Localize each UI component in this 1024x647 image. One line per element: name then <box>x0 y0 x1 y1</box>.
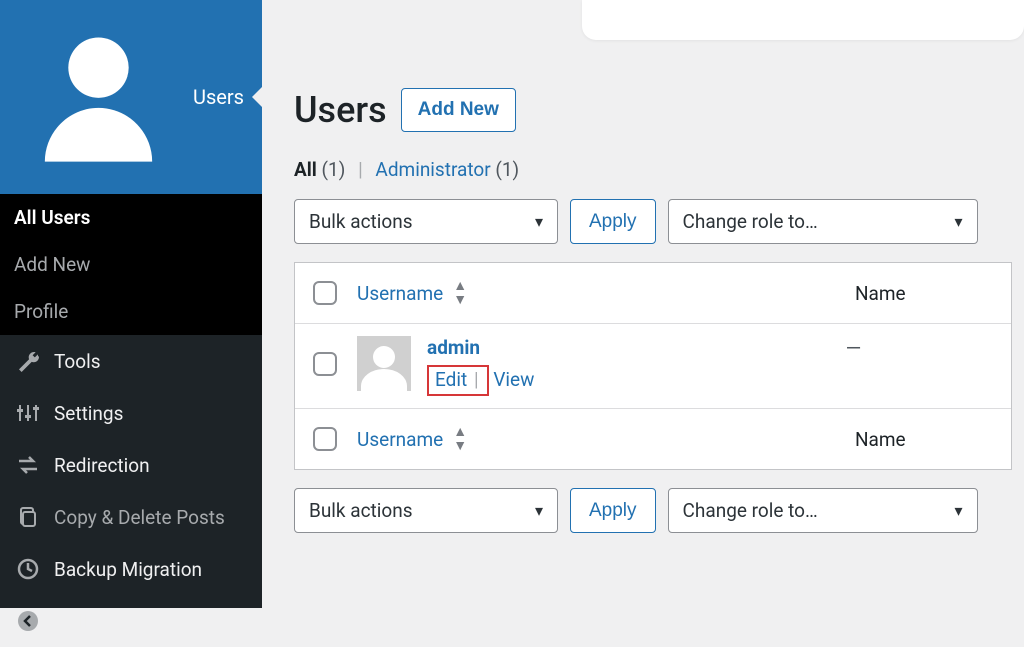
change-role-select-bottom[interactable]: Change role to… ▾ <box>668 488 978 533</box>
add-new-button[interactable]: Add New <box>401 88 516 132</box>
users-table: Username ▲▼ Name admin Edit | View — <box>294 262 1012 470</box>
change-role-select[interactable]: Change role to… ▾ <box>668 199 978 244</box>
copy-icon <box>16 505 40 529</box>
table-header: Username ▲▼ Name <box>295 263 1011 323</box>
filter-all-count: (1) <box>322 158 346 181</box>
column-username-label: Username <box>357 282 443 305</box>
sort-icon: ▲▼ <box>453 425 467 453</box>
bulk-actions-select-bottom[interactable]: Bulk actions ▾ <box>294 488 558 533</box>
toolbar-bottom: Bulk actions ▾ Apply Change role to… ▾ <box>294 488 1024 533</box>
role-filters: All (1) | Administrator (1) <box>294 158 1024 181</box>
filter-separator: | <box>350 158 371 181</box>
apply-button-bottom[interactable]: Apply <box>570 488 656 533</box>
collapse-icon <box>16 609 40 633</box>
admin-sidebar: Users All Users Add New Profile Tools Se… <box>0 0 262 608</box>
users-icon <box>18 14 179 180</box>
wrench-icon <box>16 349 40 373</box>
sidebar-label-copy-delete: Copy & Delete Posts <box>54 506 225 529</box>
row-user-cell: admin Edit | View <box>427 336 846 396</box>
sliders-icon <box>16 401 40 425</box>
sidebar-label-collapse: Collapse menu <box>54 610 180 633</box>
edit-highlight: Edit | <box>427 365 489 396</box>
chevron-down-icon: ▾ <box>535 212 543 231</box>
column-username-label-footer: Username <box>357 428 443 451</box>
action-separator: | <box>472 368 481 391</box>
apply-button-top[interactable]: Apply <box>570 199 656 244</box>
chevron-down-icon: ▾ <box>955 212 963 231</box>
column-name-footer[interactable]: Name <box>855 428 906 451</box>
bulk-actions-label-bottom: Bulk actions <box>309 499 413 522</box>
sidebar-submenu: All Users Add New Profile <box>0 194 262 335</box>
submenu-all-users[interactable]: All Users <box>0 194 262 241</box>
sidebar-item-settings[interactable]: Settings <box>0 387 262 439</box>
sidebar-item-backup[interactable]: Backup Migration <box>0 543 262 595</box>
column-username-footer[interactable]: Username ▲▼ <box>357 425 855 453</box>
select-all-checkbox-bottom[interactable] <box>313 427 337 451</box>
sidebar-label-backup: Backup Migration <box>54 558 202 581</box>
redirect-icon <box>16 453 40 477</box>
column-name-header[interactable]: Name <box>855 282 906 305</box>
column-username-header[interactable]: Username ▲▼ <box>357 279 855 307</box>
chevron-down-icon: ▾ <box>955 501 963 520</box>
toolbar-top: Bulk actions ▾ Apply Change role to… ▾ <box>294 199 1024 244</box>
sidebar-item-collapse[interactable]: Collapse menu <box>0 595 262 647</box>
sidebar-label-redirection: Redirection <box>54 454 150 477</box>
main-content: Users Add New All (1) | Administrator (1… <box>262 0 1024 608</box>
change-role-label: Change role to… <box>683 210 818 233</box>
bulk-actions-select[interactable]: Bulk actions ▾ <box>294 199 558 244</box>
sidebar-item-copy-delete[interactable]: Copy & Delete Posts <box>0 491 262 543</box>
sidebar-current-label: Users <box>193 85 244 109</box>
sidebar-label-tools: Tools <box>54 350 101 373</box>
filter-all-label[interactable]: All <box>294 158 317 181</box>
page-title: Users <box>294 89 387 131</box>
backup-icon <box>16 557 40 581</box>
chevron-down-icon: ▾ <box>535 501 543 520</box>
filter-admin-count: (1) <box>495 158 519 181</box>
sidebar-item-tools[interactable]: Tools <box>0 335 262 387</box>
edit-link[interactable]: Edit <box>435 368 467 391</box>
username-link[interactable]: admin <box>427 336 480 359</box>
table-footer: Username ▲▼ Name <box>295 409 1011 469</box>
sort-icon: ▲▼ <box>453 279 467 307</box>
submenu-profile[interactable]: Profile <box>0 288 262 335</box>
submenu-add-new[interactable]: Add New <box>0 241 262 288</box>
row-name-cell: — <box>846 336 993 360</box>
notice-card <box>582 0 1024 40</box>
bulk-actions-label: Bulk actions <box>309 210 413 233</box>
view-link[interactable]: View <box>493 368 534 391</box>
sidebar-item-redirection[interactable]: Redirection <box>0 439 262 491</box>
change-role-label-bottom: Change role to… <box>683 499 818 522</box>
avatar <box>357 336 411 391</box>
row-checkbox[interactable] <box>313 352 337 376</box>
page-header: Users Add New <box>294 88 1024 132</box>
row-actions: Edit | View <box>427 365 846 396</box>
sidebar-current-users[interactable]: Users <box>0 0 262 194</box>
sidebar-label-settings: Settings <box>54 402 123 425</box>
table-row: admin Edit | View — <box>295 323 1011 409</box>
filter-admin-label[interactable]: Administrator <box>375 158 490 181</box>
select-all-checkbox[interactable] <box>313 281 337 305</box>
